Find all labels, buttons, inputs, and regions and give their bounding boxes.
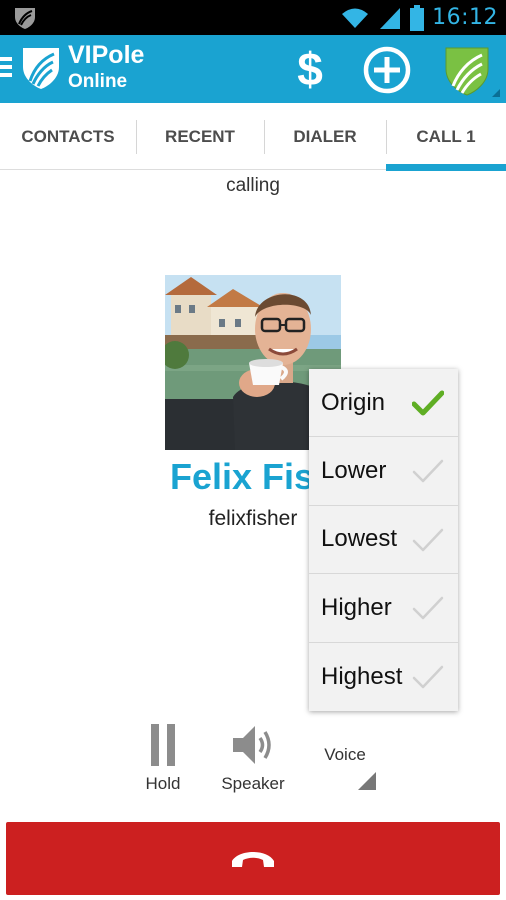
hangup-icon	[232, 851, 274, 867]
pause-icon	[151, 724, 175, 766]
add-icon[interactable]	[362, 45, 412, 95]
dollar-icon[interactable]: $	[288, 41, 332, 97]
voice-option-origin[interactable]: Origin	[309, 369, 458, 438]
voice-dropdown-indicator	[358, 772, 376, 790]
voice-option-label: Lowest	[321, 525, 398, 553]
voice-button[interactable]: Voice	[308, 745, 382, 765]
voice-option-label: Lower	[321, 457, 387, 485]
voice-option-lower[interactable]: Lower	[309, 437, 458, 506]
voice-pitch-menu: Origin Lower Lowest Higher Highest	[309, 369, 458, 711]
signal-icon	[380, 7, 401, 29]
voice-label: Voice	[324, 745, 366, 764]
voice-option-higher[interactable]: Higher	[309, 574, 458, 643]
menu-icon[interactable]	[0, 57, 14, 81]
clock: 16:12	[432, 5, 498, 30]
check-selected-icon	[412, 390, 444, 416]
check-unselected-icon	[412, 460, 444, 483]
voice-option-lowest[interactable]: Lowest	[309, 506, 458, 575]
hold-button[interactable]: Hold	[133, 720, 193, 794]
tab-call-1[interactable]: CALL 1	[386, 103, 506, 171]
overflow-indicator	[492, 89, 500, 97]
tab-dialer[interactable]: DIALER	[264, 103, 386, 170]
shield-icon[interactable]	[440, 43, 494, 97]
status-bar: 16:12	[0, 0, 506, 35]
wifi-icon	[342, 8, 369, 28]
voice-option-label: Origin	[321, 388, 386, 416]
call-status: calling	[226, 175, 280, 196]
hold-label: Hold	[145, 774, 181, 793]
speaker-icon	[233, 726, 271, 764]
app-title: VIPole	[68, 41, 145, 69]
check-unselected-icon	[412, 665, 444, 688]
check-unselected-icon	[412, 528, 444, 552]
tab-recent[interactable]: RECENT	[136, 103, 264, 170]
tab-contacts[interactable]: CONTACTS	[0, 103, 136, 170]
voice-option-label: Higher	[321, 593, 392, 621]
end-call-button[interactable]	[6, 822, 500, 895]
voice-option-label: Highest	[321, 662, 403, 690]
battery-icon	[410, 4, 425, 31]
vipole-logo-icon[interactable]	[20, 45, 62, 91]
tab-bar: CONTACTS RECENT DIALER CALL 1	[0, 103, 506, 171]
voice-option-highest[interactable]: Highest	[309, 643, 458, 711]
status-icons: 16:12	[340, 0, 498, 35]
online-status: Online	[68, 71, 128, 92]
vipole-notification-icon	[15, 8, 35, 29]
check-unselected-icon	[412, 596, 444, 620]
action-bar: VIPole Online $	[0, 35, 506, 103]
speaker-label: Speaker	[221, 774, 285, 793]
speaker-button[interactable]: Speaker	[216, 720, 290, 794]
